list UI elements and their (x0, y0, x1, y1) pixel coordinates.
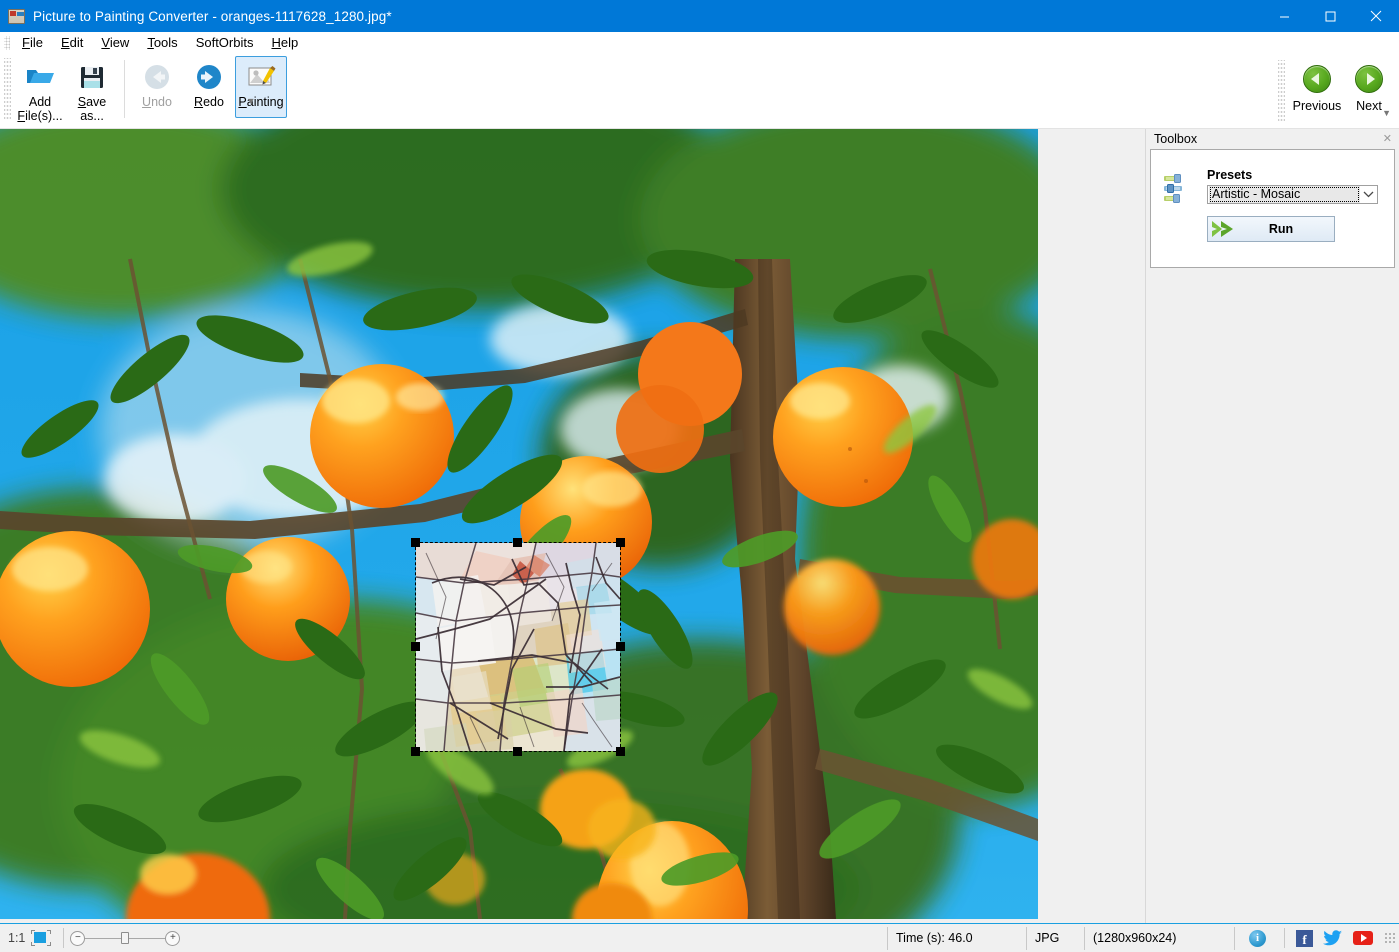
painting-button[interactable]: Painting (235, 56, 287, 118)
menu-help[interactable]: Help (262, 33, 307, 54)
info-icon: i (1249, 929, 1266, 947)
title-bar: Picture to Painting Converter - oranges-… (0, 0, 1399, 32)
menu-help-label: H (271, 34, 281, 50)
info-button[interactable]: i (1235, 929, 1278, 947)
undo-arrow-icon (141, 61, 173, 93)
zoom-slider-thumb[interactable] (121, 932, 130, 944)
run-label: Run (1268, 222, 1294, 236)
oranges-photo (0, 129, 1038, 919)
sliders-icon (1151, 168, 1207, 242)
save-as-label: Save as... (77, 95, 107, 123)
photo-preview[interactable] (0, 129, 1038, 919)
resize-grip-icon[interactable] (1384, 932, 1396, 944)
green-arrows-icon (1208, 219, 1242, 239)
presets-selected-value: Artistic - Mosaic (1209, 186, 1360, 203)
application-window: Picture to Painting Converter - oranges-… (0, 0, 1399, 952)
status-format: JPG (1027, 926, 1085, 950)
facebook-icon: f (1296, 929, 1313, 947)
presets-panel: Presets Artistic - Mosaic Run (1150, 149, 1395, 268)
add-files-button[interactable]: Add File(s)... (14, 56, 66, 124)
presets-row: Presets Artistic - Mosaic Run (1151, 150, 1394, 242)
presets-combobox[interactable]: Artistic - Mosaic (1207, 185, 1378, 204)
menu-softorbits[interactable]: SoftOrbits (187, 33, 263, 54)
maximize-button[interactable] (1307, 0, 1353, 32)
youtube-button[interactable] (1353, 931, 1373, 945)
status-time: Time (s): 46.0 (887, 926, 1027, 950)
toolbox-dock: Toolbox ✕ Presets Artistic - Mosaic Run (1145, 129, 1399, 923)
zoom-out-button[interactable]: − (70, 930, 86, 946)
redo-button[interactable]: Redo (183, 56, 235, 118)
toolbar-overflow-chevron-down-icon[interactable]: ▼ (244, 94, 258, 108)
toolbox-caption: Toolbox ✕ (1146, 129, 1399, 149)
toolbox-close-icon[interactable]: ✕ (1383, 132, 1392, 145)
zoom-slider-track-right[interactable] (129, 937, 166, 939)
undo-button[interactable]: Undo (131, 56, 183, 118)
add-files-label: Add File(s)... (17, 95, 63, 123)
next-label: Next (1356, 99, 1382, 113)
zoom-slider[interactable]: − + (70, 927, 181, 949)
chevron-down-icon[interactable] (1360, 186, 1377, 203)
zoom-slider-track-left[interactable] (85, 937, 122, 939)
window-title: Picture to Painting Converter - oranges-… (33, 8, 392, 24)
toolbar-nav-grip-icon (1278, 60, 1285, 122)
menu-bar: File Edit View Tools SoftOrbits Help (0, 32, 1399, 54)
work-area: Toolbox ✕ Presets Artistic - Mosaic Run (0, 129, 1399, 923)
window-controls (1261, 0, 1399, 32)
status-links: i f (1235, 928, 1399, 948)
floppy-disk-icon (76, 61, 108, 93)
app-icon (8, 8, 25, 24)
arrow-left-circle-icon (1303, 65, 1331, 93)
fit-to-window-icon[interactable] (31, 930, 52, 946)
status-dimensions: (1280x960x24) (1085, 926, 1235, 950)
zoom-in-button[interactable]: + (165, 930, 181, 946)
menu-view-label: V (101, 34, 110, 50)
menu-edit[interactable]: Edit (52, 33, 92, 54)
facebook-button[interactable]: f (1296, 929, 1313, 947)
painting-brush-icon (245, 61, 277, 93)
main-toolbar: Add File(s)... Save as... Undo Redo Pain… (0, 54, 1399, 129)
toolbar-grip-icon (4, 58, 11, 120)
presets-controls: Presets Artistic - Mosaic Run (1207, 168, 1394, 242)
open-folder-icon (24, 61, 56, 93)
save-as-button[interactable]: Save as... (66, 56, 118, 124)
toolbox-title: Toolbox (1154, 132, 1198, 146)
toolbar-nav-overflow-chevron-down-icon[interactable]: ▼ (1382, 108, 1391, 118)
close-button[interactable] (1353, 0, 1399, 32)
menu-grip-icon (4, 36, 10, 50)
status-divider-2 (1284, 928, 1285, 948)
minimize-button[interactable] (1261, 0, 1307, 32)
menu-tools[interactable]: Tools (138, 33, 186, 54)
menu-file-label: F (22, 34, 30, 50)
menu-edit-label: E (60, 34, 70, 50)
undo-label: Undo (142, 95, 172, 109)
toolbar-separator-1 (124, 60, 125, 118)
image-canvas-area[interactable] (0, 129, 1145, 923)
youtube-icon (1353, 931, 1373, 945)
menu-file[interactable]: File (13, 33, 52, 54)
arrow-right-circle-icon (1355, 65, 1383, 93)
redo-arrow-icon (193, 61, 225, 93)
redo-label: Redo (194, 95, 224, 109)
menu-view[interactable]: View (92, 33, 138, 54)
status-divider-1 (63, 928, 65, 948)
twitter-icon (1323, 930, 1342, 946)
next-button[interactable]: Next (1343, 56, 1395, 114)
twitter-button[interactable] (1323, 930, 1343, 946)
toolbar-nav-group: Previous Next ▼ (1278, 54, 1395, 129)
presets-label: Presets (1207, 168, 1253, 182)
previous-label: Previous (1292, 99, 1342, 113)
zoom-ratio-label: 1:1 (8, 931, 26, 945)
previous-button[interactable]: Previous (1291, 56, 1343, 114)
run-button[interactable]: Run (1207, 216, 1335, 242)
menu-file-rest: ile (29, 34, 43, 50)
status-bar: 1:1 − + Time (s): 46.0 JPG (1280x960x24)… (0, 923, 1399, 952)
